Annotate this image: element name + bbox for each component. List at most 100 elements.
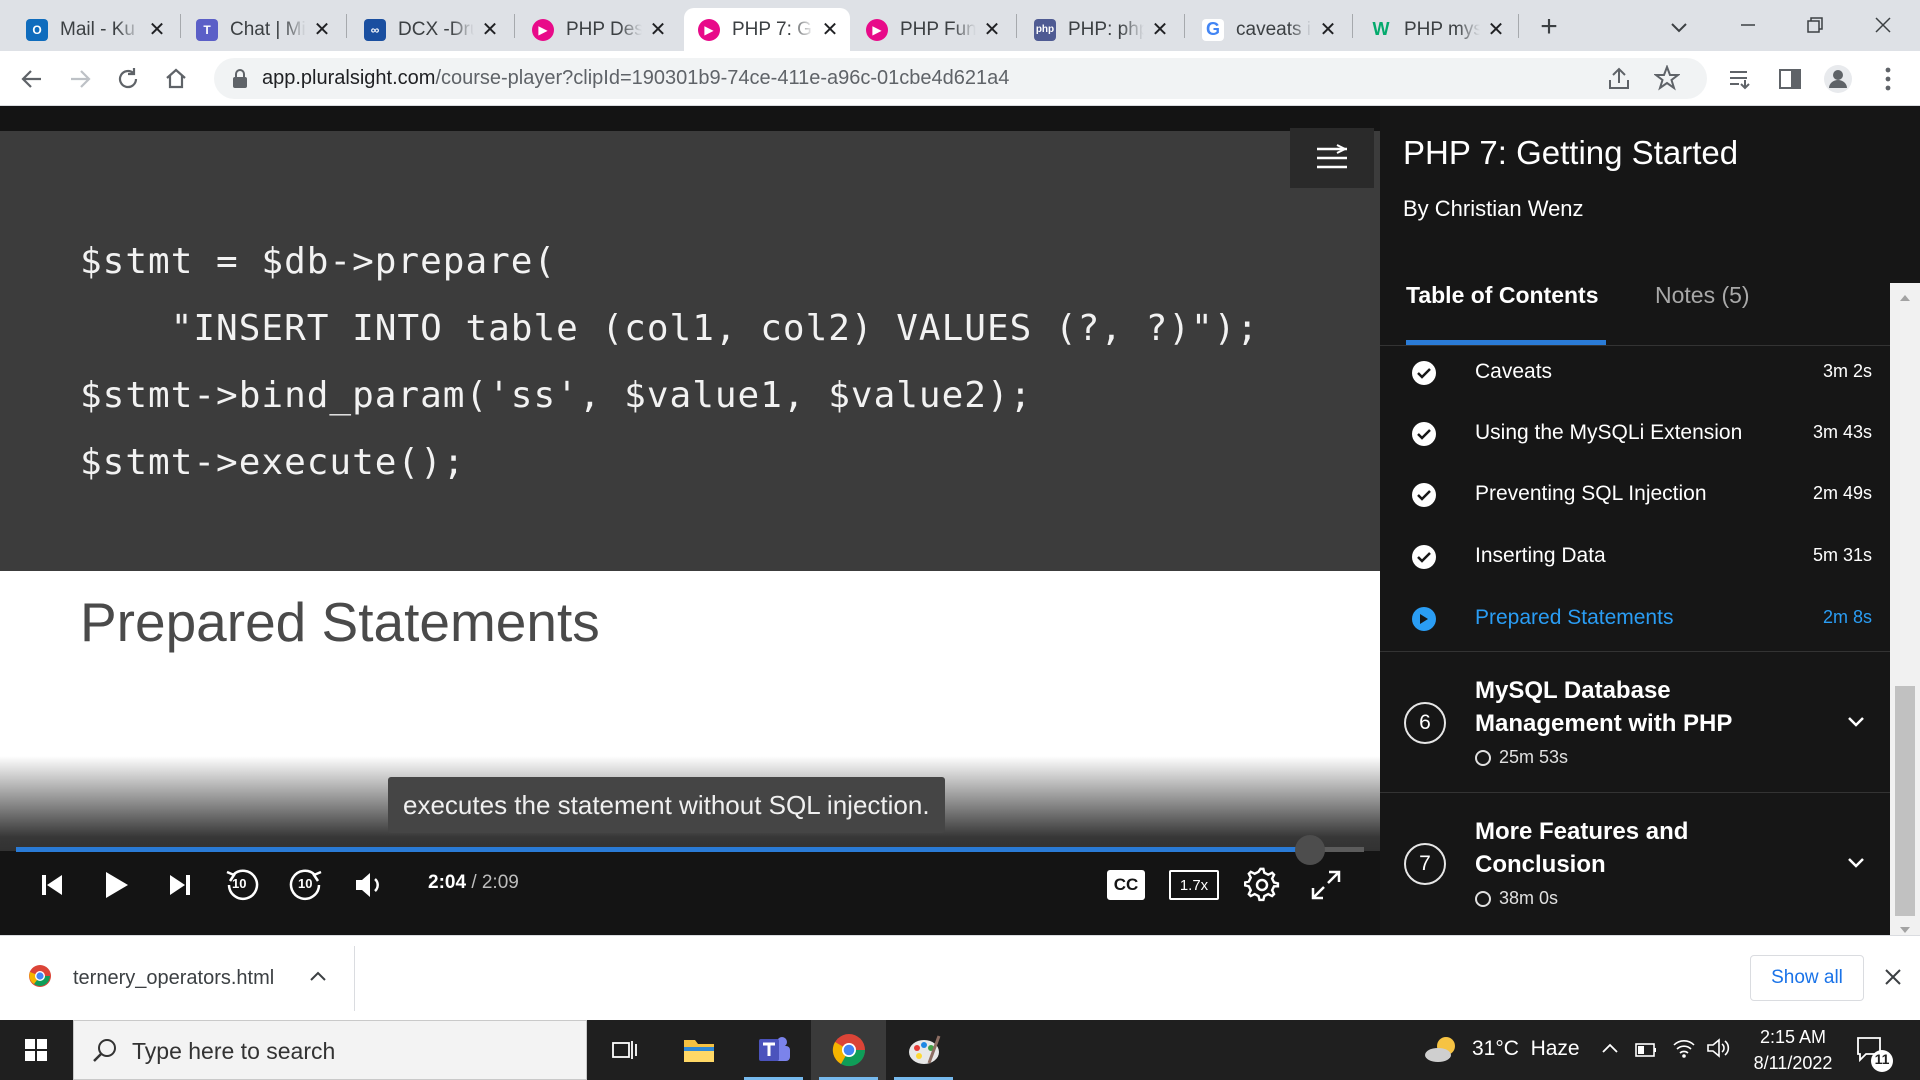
battery-icon[interactable] xyxy=(1634,1038,1658,1065)
notification-count: 11 xyxy=(1874,1051,1890,1067)
restore-button[interactable] xyxy=(1800,10,1830,40)
taskbar-search-box[interactable]: Type here to search xyxy=(73,1020,587,1080)
browser-tab[interactable]: ▶ PHP Des ✕ xyxy=(518,8,678,51)
menu-kebab-icon[interactable] xyxy=(1872,63,1904,95)
chevron-up-icon[interactable] xyxy=(308,966,328,991)
browser-tab[interactable]: W PHP mys ✕ xyxy=(1356,8,1516,51)
url-text[interactable]: app.pluralsight.com/course-player?clipId… xyxy=(262,67,1009,90)
home-icon[interactable] xyxy=(160,63,192,95)
scroll-up-arrow-icon[interactable] xyxy=(1899,289,1911,307)
reload-icon[interactable] xyxy=(112,63,144,95)
close-tab-icon[interactable]: ✕ xyxy=(480,17,500,42)
search-icon xyxy=(92,1038,118,1069)
close-tab-icon[interactable]: ✕ xyxy=(820,17,840,42)
forward-10-button[interactable]: 10 xyxy=(284,861,328,909)
code-line: $stmt->bind_param('ss', $value1, $value2… xyxy=(80,375,1033,416)
clock-date[interactable]: 8/11/2022 xyxy=(1740,1053,1846,1074)
clock-icon xyxy=(1475,890,1491,907)
module-item[interactable]: 6 MySQL Database Management with PHP 25m… xyxy=(1380,651,1890,791)
progress-bar[interactable] xyxy=(16,835,1364,865)
teams-icon xyxy=(758,1037,790,1061)
browser-tab-active[interactable]: ▶ PHP 7: G ✕ xyxy=(684,8,850,51)
start-button[interactable] xyxy=(0,1020,72,1080)
clip-title: Preventing SQL Injection xyxy=(1475,482,1707,505)
tab-table-of-contents[interactable]: Table of Contents xyxy=(1406,282,1599,309)
clip-item[interactable]: Caveats 3m 2s xyxy=(1380,348,1890,398)
divider xyxy=(354,946,355,1011)
minimize-button[interactable] xyxy=(1733,10,1763,40)
settings-button[interactable] xyxy=(1240,861,1284,909)
skip-previous-icon xyxy=(42,875,62,895)
close-tab-icon[interactable]: ✕ xyxy=(1318,17,1338,42)
teams-button[interactable] xyxy=(736,1020,811,1080)
clip-duration: 5m 31s xyxy=(1812,545,1872,565)
back-icon[interactable] xyxy=(16,63,48,95)
browser-tab[interactable]: O Mail - Ku ✕ xyxy=(12,8,177,51)
file-explorer-button[interactable] xyxy=(661,1020,736,1080)
browser-tab[interactable]: php PHP: php ✕ xyxy=(1020,8,1180,51)
chevron-down-icon[interactable] xyxy=(1842,849,1870,877)
chrome-button[interactable] xyxy=(811,1020,886,1080)
side-panel-icon[interactable] xyxy=(1774,63,1806,95)
task-view-button[interactable] xyxy=(586,1020,661,1080)
playback-speed-button[interactable]: 1.7x xyxy=(1168,861,1220,909)
lock-icon[interactable] xyxy=(232,69,248,94)
play-button[interactable] xyxy=(96,861,136,909)
profile-avatar-icon[interactable] xyxy=(1822,63,1854,95)
wifi-icon[interactable] xyxy=(1672,1037,1696,1064)
bookmark-star-icon[interactable] xyxy=(1653,64,1681,96)
browser-tab[interactable]: ∞ DCX -Dru ✕ xyxy=(350,8,510,51)
close-tab-icon[interactable]: ✕ xyxy=(648,17,668,42)
paint-button[interactable] xyxy=(886,1020,961,1080)
speaker-icon[interactable] xyxy=(1706,1037,1730,1064)
tab-title: caveats i xyxy=(1236,18,1311,40)
previous-clip-button[interactable] xyxy=(32,861,72,909)
close-download-bar-icon[interactable] xyxy=(1882,966,1904,993)
close-tab-icon[interactable]: ✕ xyxy=(982,17,1002,42)
next-clip-button[interactable] xyxy=(160,861,200,909)
new-tab-button[interactable]: + xyxy=(1534,12,1564,42)
captions-button[interactable]: CC xyxy=(1106,861,1146,909)
clip-item[interactable]: Using the MySQLi Extension 3m 43s xyxy=(1380,409,1890,459)
toc-toggle-button[interactable] xyxy=(1290,128,1374,188)
browser-tab[interactable]: G caveats i ✕ xyxy=(1188,8,1348,51)
code-line: $stmt = $db->prepare( xyxy=(80,241,557,282)
weather-text[interactable]: 31°C Haze xyxy=(1472,1037,1580,1061)
fullscreen-button[interactable] xyxy=(1304,861,1348,909)
skip-next-icon xyxy=(170,875,190,895)
tray-chevron-up-icon[interactable] xyxy=(1600,1038,1620,1063)
clip-item[interactable]: Preventing SQL Injection 2m 49s xyxy=(1380,470,1890,520)
tab-notes[interactable]: Notes (5) xyxy=(1655,282,1750,309)
browser-tab[interactable]: T Chat | Mi ✕ xyxy=(182,8,342,51)
check-circle-icon xyxy=(1412,545,1436,569)
close-tab-icon[interactable]: ✕ xyxy=(1486,17,1506,42)
clip-item[interactable]: Inserting Data 5m 31s xyxy=(1380,532,1890,582)
address-bar[interactable]: app.pluralsight.com/course-player?clipId… xyxy=(214,58,1707,99)
close-tab-icon[interactable]: ✕ xyxy=(1150,17,1170,42)
share-icon[interactable] xyxy=(1606,66,1632,97)
google-icon: G xyxy=(1202,18,1224,41)
close-window-button[interactable] xyxy=(1868,10,1898,40)
rewind-10-button[interactable]: 10 xyxy=(220,861,264,909)
search-placeholder: Type here to search xyxy=(132,1038,336,1064)
progress-fill xyxy=(16,847,1311,852)
forward-icon[interactable] xyxy=(64,63,96,95)
volume-button[interactable] xyxy=(348,861,392,909)
browser-tab[interactable]: ▶ PHP Fun ✕ xyxy=(852,8,1012,51)
module-item[interactable]: 7 More Features and Conclusion 38m 0s xyxy=(1380,792,1890,932)
clock-time[interactable]: 2:15 AM xyxy=(1740,1027,1846,1048)
scrollbar-thumb[interactable] xyxy=(1895,686,1915,916)
php-icon: php xyxy=(1034,18,1056,41)
chrome-file-icon xyxy=(28,964,52,993)
download-filename[interactable]: ternery_operators.html xyxy=(73,967,274,990)
close-tab-icon[interactable]: ✕ xyxy=(147,17,167,42)
slide-code-area: $stmt = $db->prepare( "INSERT INTO table… xyxy=(0,131,1380,571)
chevron-down-icon[interactable] xyxy=(1842,708,1870,736)
video-player[interactable]: $stmt = $db->prepare( "INSERT INTO table… xyxy=(0,106,1380,936)
reading-list-icon[interactable] xyxy=(1724,63,1756,95)
close-tab-icon[interactable]: ✕ xyxy=(312,17,332,42)
weather-cloud-moon-icon[interactable] xyxy=(1424,1034,1458,1069)
tab-search-chevron-icon[interactable] xyxy=(1664,12,1694,42)
show-all-button[interactable]: Show all xyxy=(1750,955,1864,1001)
clip-item-current[interactable]: Prepared Statements 2m 8s xyxy=(1380,594,1890,644)
